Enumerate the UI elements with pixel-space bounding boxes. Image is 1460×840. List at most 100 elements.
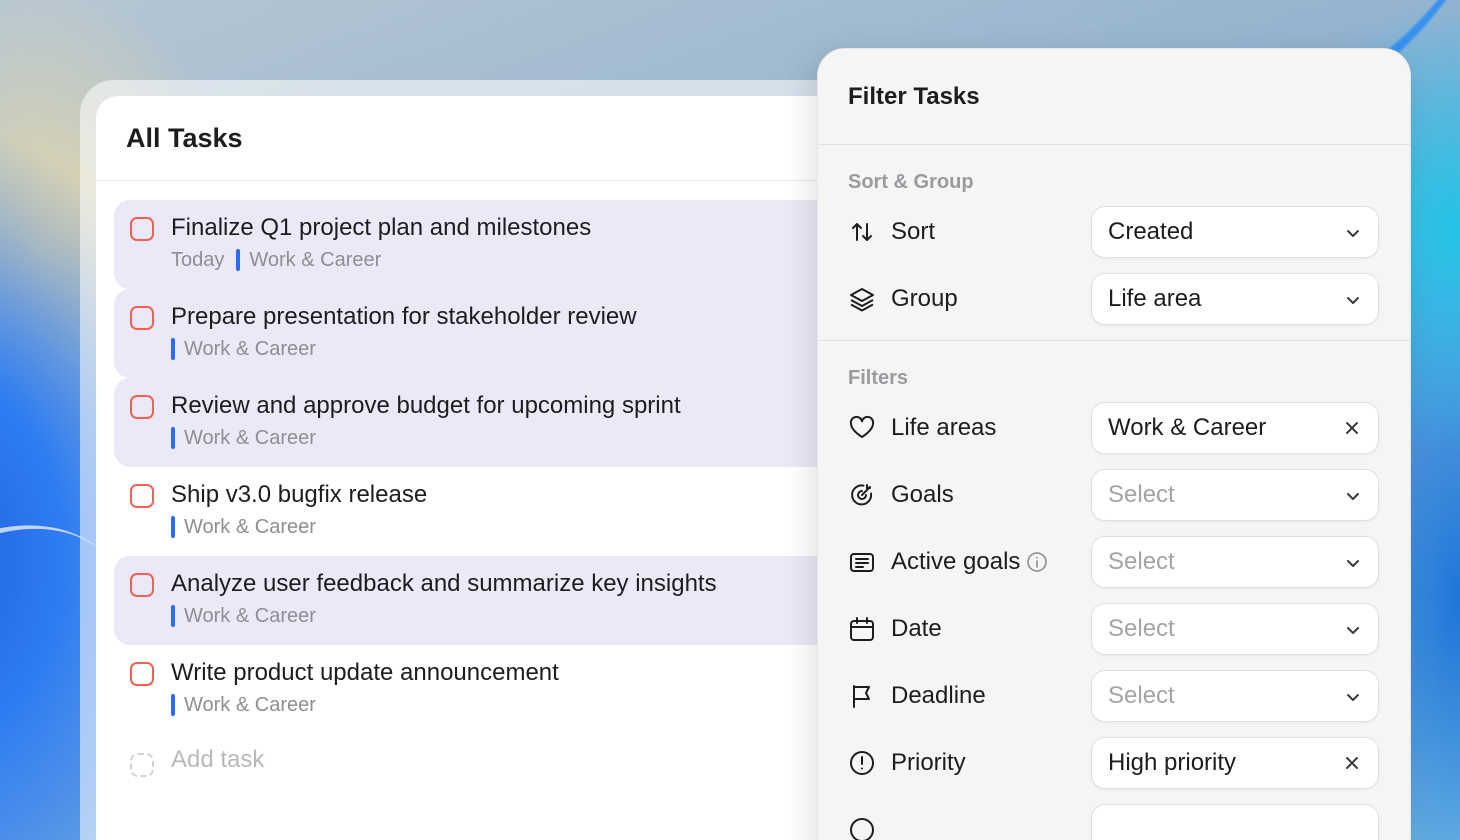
task-meta: Work & Career	[171, 424, 856, 452]
chevron-down-icon	[1347, 492, 1359, 500]
task-row[interactable]: Analyze user feedback and summarize key …	[114, 556, 856, 645]
tasks-header: All Tasks	[96, 96, 856, 181]
filter-header: Filter Tasks	[818, 49, 1410, 145]
task-due-date: Today	[171, 249, 225, 271]
page-title: All Tasks	[126, 122, 243, 153]
date-value: Select	[1108, 614, 1175, 642]
add-task-label: Add task	[171, 746, 265, 773]
task-life-area: Work & Career	[184, 516, 316, 538]
life-area-color-bar	[171, 694, 175, 716]
life-areas-value: Work & Career	[1108, 413, 1267, 441]
sort-select[interactable]: Created	[1091, 205, 1379, 258]
target-icon	[848, 481, 876, 509]
life-area-color-bar	[171, 338, 175, 360]
task-row[interactable]: Ship v3.0 bugfix release Work & Career	[114, 467, 856, 556]
partial-row	[818, 796, 1410, 840]
chevron-down-icon	[1347, 693, 1359, 701]
group-row: Group Life area	[818, 265, 1410, 332]
deadline-row: Deadline Select	[818, 662, 1410, 729]
sort-label: Sort	[891, 217, 936, 245]
priority-row: Priority High priority	[818, 729, 1410, 796]
sort-group-section-label: Sort & Group	[848, 171, 974, 193]
sort-arrows-icon	[848, 218, 876, 246]
task-life-area: Work & Career	[184, 427, 316, 449]
sort-value: Created	[1108, 217, 1194, 245]
active-goals-label: Active goals	[891, 548, 1048, 576]
priority-label: Priority	[891, 748, 966, 776]
task-list: Finalize Q1 project plan and milestones …	[96, 181, 856, 784]
life-area-color-bar	[171, 516, 175, 538]
chevron-down-icon	[1347, 296, 1359, 304]
layers-icon	[848, 285, 876, 313]
tasks-panel: All Tasks Finalize Q1 project plan and m…	[96, 96, 856, 840]
goals-select[interactable]: Select	[1091, 468, 1379, 521]
task-checkbox[interactable]	[130, 573, 154, 597]
date-label: Date	[891, 614, 942, 642]
add-task-dashed-circle-icon	[130, 753, 154, 777]
task-title: Ship v3.0 bugfix release	[171, 481, 428, 508]
info-icon[interactable]	[1026, 551, 1048, 573]
date-row: Date Select	[818, 595, 1410, 662]
filter-panel: Filter Tasks Sort & Group Sort Created G…	[817, 48, 1411, 840]
task-checkbox[interactable]	[130, 306, 154, 330]
task-title: Review and approve budget for upcoming s…	[171, 392, 681, 419]
task-checkbox[interactable]	[130, 484, 154, 508]
chevron-down-icon	[1347, 229, 1359, 237]
clear-x-icon[interactable]	[1342, 753, 1362, 773]
deadline-select[interactable]: Select	[1091, 669, 1379, 722]
chevron-down-icon	[1347, 626, 1359, 634]
task-row[interactable]: Review and approve budget for upcoming s…	[114, 378, 856, 467]
task-life-area: Work & Career	[249, 249, 382, 271]
life-area-color-bar	[171, 605, 175, 627]
deadline-value: Select	[1108, 681, 1175, 709]
task-life-area: Work & Career	[184, 694, 316, 716]
task-meta: Today Work & Career	[171, 246, 856, 274]
life-area-color-bar	[236, 249, 241, 271]
active-goals-text: Active goals	[891, 547, 1021, 575]
task-row[interactable]: Write product update announcement Work &…	[114, 645, 856, 734]
sort-row: Sort Created	[818, 198, 1410, 265]
partial-icon	[848, 816, 876, 840]
group-select[interactable]: Life area	[1091, 272, 1379, 325]
group-value: Life area	[1108, 284, 1202, 312]
date-select[interactable]: Select	[1091, 602, 1379, 655]
partial-select[interactable]	[1091, 803, 1379, 840]
task-meta: Work & Career	[171, 513, 856, 541]
list-icon	[848, 548, 876, 576]
task-meta: Work & Career	[171, 602, 856, 630]
flag-icon	[848, 682, 876, 710]
active-goals-row: Active goals Select	[818, 528, 1410, 595]
task-row[interactable]: Prepare presentation for stakeholder rev…	[114, 289, 856, 378]
task-checkbox[interactable]	[130, 217, 154, 241]
group-label: Group	[891, 284, 958, 312]
active-goals-value: Select	[1108, 547, 1175, 575]
task-life-area: Work & Career	[184, 605, 316, 627]
heart-icon	[848, 414, 876, 442]
goals-value: Select	[1108, 480, 1175, 508]
goals-label: Goals	[891, 480, 954, 508]
exclamation-icon	[848, 749, 876, 777]
calendar-icon	[848, 615, 876, 643]
active-goals-select[interactable]: Select	[1091, 535, 1379, 588]
life-areas-select[interactable]: Work & Career	[1091, 401, 1379, 454]
priority-select[interactable]: High priority	[1091, 736, 1379, 789]
task-title: Prepare presentation for stakeholder rev…	[171, 303, 637, 330]
task-checkbox[interactable]	[130, 395, 154, 419]
chevron-down-icon	[1347, 559, 1359, 567]
add-task-button[interactable]: Add task	[114, 734, 856, 784]
filter-title: Filter Tasks	[848, 83, 980, 110]
filters-section-label: Filters	[848, 367, 909, 389]
task-title: Write product update announcement	[171, 659, 559, 686]
task-meta: Work & Career	[171, 335, 856, 363]
clear-x-icon[interactable]	[1342, 418, 1362, 438]
goals-row: Goals Select	[818, 461, 1410, 528]
task-checkbox[interactable]	[130, 662, 154, 686]
priority-value: High priority	[1108, 748, 1237, 776]
life-areas-label: Life areas	[891, 413, 997, 441]
deadline-label: Deadline	[891, 681, 986, 709]
life-areas-row: Life areas Work & Career	[818, 394, 1410, 461]
task-meta: Work & Career	[171, 691, 856, 719]
life-area-color-bar	[171, 427, 175, 449]
task-life-area: Work & Career	[184, 338, 316, 360]
task-row[interactable]: Finalize Q1 project plan and milestones …	[114, 200, 856, 289]
